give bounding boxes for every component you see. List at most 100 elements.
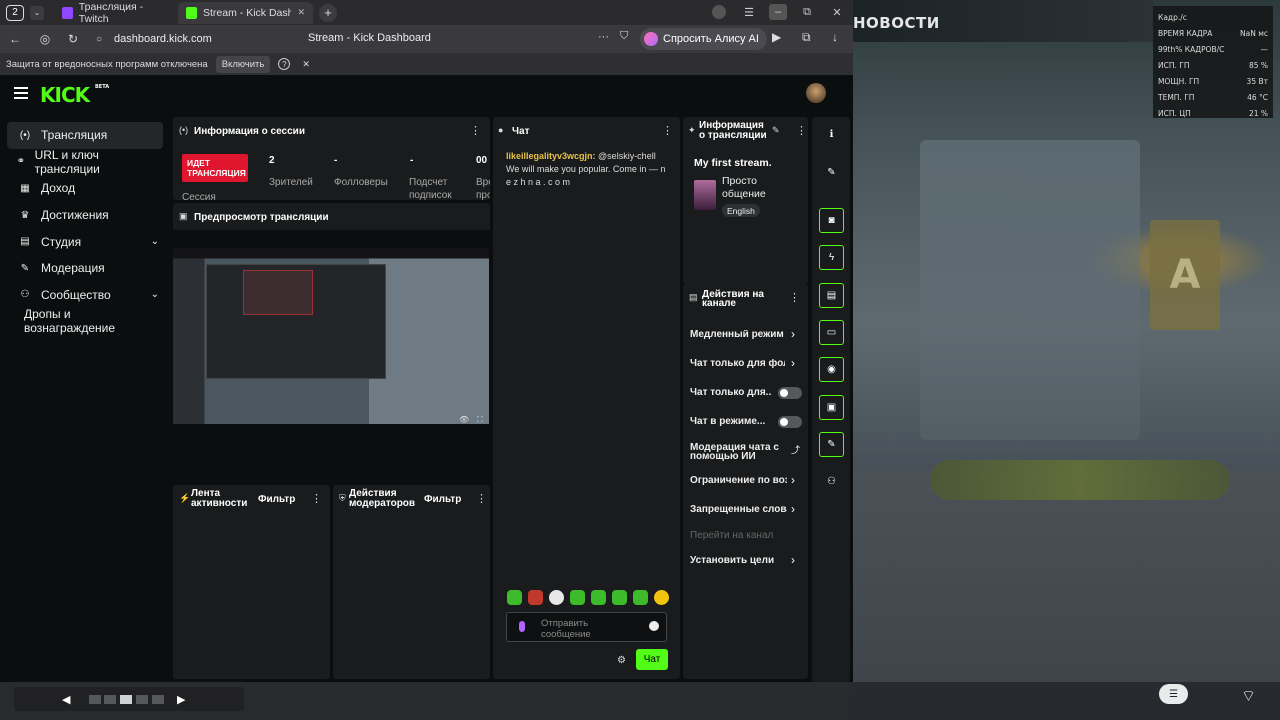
send-chat-button[interactable]: Чат [636,649,668,670]
signal-icon[interactable]: ⌔ [1241,686,1256,706]
microphone-icon[interactable] [519,621,525,632]
download-icon[interactable]: ↓ [832,30,838,44]
sidebar-item-studio[interactable]: ▤ Студия ⌄ [7,228,163,255]
minimize-button[interactable]: – [769,4,787,20]
chevron-down-icon[interactable]: ⌄ [30,5,44,20]
next-arrow-icon[interactable]: ▶ [177,693,185,706]
more-options-icon[interactable]: ⋮ [311,492,322,505]
alice-button[interactable]: Спросить Алису AI [640,28,767,50]
chevron-right-icon[interactable]: › [791,553,795,567]
pager-slot[interactable] [152,695,164,704]
edit-icon[interactable]: ✎ [819,160,844,185]
more-options-icon[interactable]: ⋮ [476,492,487,505]
pager-slot[interactable] [89,695,101,704]
collections-icon[interactable]: ⧉ [802,30,811,45]
chat-input[interactable]: Отправить сообщение [506,612,667,642]
fullscreen-icon[interactable]: ⛶ [477,415,483,425]
menu-icon[interactable]: ☰ [740,4,758,20]
emote-icon[interactable] [612,590,627,605]
document-icon[interactable]: ▤ [819,283,844,308]
avatar[interactable] [806,83,826,103]
sidebar-item-community[interactable]: ⚇ Сообщество ⌄ [7,282,163,309]
sidebar-item-stream[interactable]: (•) Трансляция [7,122,163,149]
emote-icon[interactable] [591,590,606,605]
url-field[interactable]: dashboard.kick.com [114,33,212,45]
wrench-icon[interactable]: ✎ [819,432,844,457]
bookmark-icon[interactable]: ⛉ [620,30,628,43]
external-link-icon[interactable]: ⤴ [791,443,800,456]
reload-icon[interactable]: ↻ [62,28,84,50]
more-options-icon[interactable]: ⋮ [796,124,807,137]
emote-icon[interactable] [570,590,585,605]
game-news-label[interactable]: НОВОСТИ [853,14,940,32]
toggle-switch[interactable] [778,416,802,428]
kick-logo[interactable]: KICK [40,83,90,107]
action-followers-only[interactable]: Чат только для фолл [690,359,785,369]
more-options-icon[interactable]: ⋮ [470,124,481,137]
sidebar-item-url-key[interactable]: ⚭ URL и ключ трансляции [7,148,163,176]
action-chat-only[interactable]: Чат только для... [690,388,772,398]
shield-icon[interactable]: ◎ [34,28,56,50]
emote-icon[interactable] [549,590,564,605]
pager-slot[interactable] [136,695,148,704]
more-options-icon[interactable]: ⋮ [662,124,673,137]
filter-button[interactable]: Фильтр [424,494,461,505]
sidebar-item-income[interactable]: ▦ Доход [7,175,163,202]
chevron-right-icon[interactable]: › [791,327,795,341]
chat-bubble-icon[interactable]: ▭ [819,320,844,345]
chevron-down-icon[interactable]: ⌄ [151,236,159,247]
help-icon[interactable]: ? [278,58,291,70]
toggle-switch[interactable] [778,387,802,399]
tab-kick[interactable]: Stream - Kick Dashb ✕ [178,1,313,24]
gear-icon[interactable]: ⚙ [617,655,626,666]
sidebar-item-achievements[interactable]: ♛ Достижения [7,202,163,229]
lightning-icon[interactable]: ϟ [819,245,844,270]
screenshot-icon[interactable]: ◙ [819,208,844,233]
emoji-icon[interactable] [649,621,659,631]
enable-protection-button[interactable]: Включить [215,55,271,73]
prev-arrow-icon[interactable]: ◀ [62,693,70,706]
back-arrow-icon[interactable]: ← [4,28,26,50]
eye-icon[interactable]: 👁 [459,415,469,424]
sidebar-item-moderation[interactable]: ✎ Модерация [7,255,163,282]
profile-icon[interactable] [712,5,726,19]
action-slow-mode[interactable]: Медленный режим [690,330,802,340]
chevron-right-icon[interactable]: › [791,473,795,487]
action-age-restriction[interactable]: Ограничение по возр [690,476,787,486]
emote-icon[interactable] [528,590,543,605]
sidebar-item-drops[interactable]: Дропы и вознаграждение [7,307,163,335]
close-window-button[interactable]: ✕ [828,4,846,20]
emote-icon[interactable] [633,590,648,605]
clip-icon[interactable]: ▣ [819,395,844,420]
emote-icon[interactable] [654,590,669,605]
hamburger-menu-icon[interactable] [14,87,28,99]
close-icon[interactable]: ✕ [297,7,305,18]
more-options-icon[interactable]: ⋮ [789,291,800,304]
broadcast-icon[interactable]: ◉ [819,357,844,382]
tab-twitch[interactable]: Трансляция - Twitch [54,1,174,25]
tab-count-badge[interactable]: 2 [6,4,24,21]
action-banned-words[interactable]: Запрещенные слова [690,505,787,515]
community-icon[interactable]: ⚇ [819,469,844,494]
video-icon[interactable]: ▶ [772,30,781,44]
filter-button[interactable]: Фильтр [258,494,295,505]
stream-preview-image[interactable]: 👁 ⛶ [173,248,489,424]
new-tab-button[interactable]: + [319,3,337,22]
lock-icon[interactable]: ○ [88,28,110,50]
chevron-down-icon[interactable]: ⌄ [151,289,159,300]
equalizer-icon[interactable]: ☰ [1159,684,1188,704]
edit-icon[interactable]: ✎ [772,125,780,136]
more-icon[interactable]: ··· [598,31,609,43]
chevron-right-icon[interactable]: › [791,356,795,370]
pager-slot[interactable] [104,695,116,704]
close-icon[interactable]: ✕ [302,59,310,70]
action-ai-moderation[interactable]: Модерация чата с помощью ИИ [690,443,780,461]
action-set-goals[interactable]: Установить цели [690,556,802,566]
restore-button[interactable]: ⧉ [798,4,816,20]
chat-username[interactable]: likeillegalityv3wcgjn: [506,151,596,161]
info-icon[interactable]: ℹ [819,122,844,147]
chevron-right-icon[interactable]: › [791,502,795,516]
action-chat-mode[interactable]: Чат в режиме... [690,417,772,427]
emote-icon[interactable] [507,590,522,605]
pager-slot-active[interactable] [120,695,132,704]
